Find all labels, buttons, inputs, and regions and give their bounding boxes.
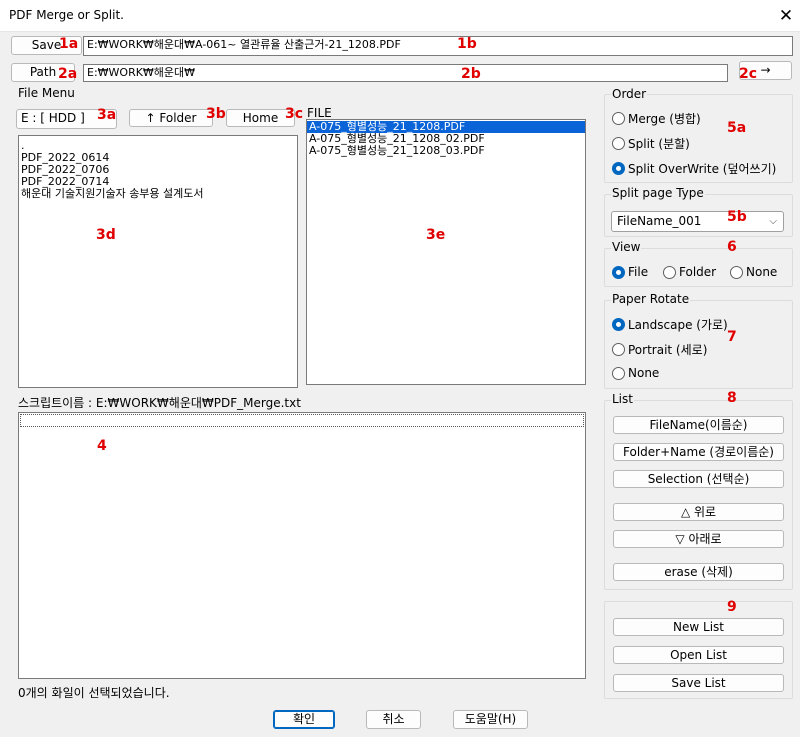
file-list[interactable]: A-075_형별성능_21_1208.PDF A-075_형별성능_21_120… [306,119,586,385]
rotate-option-label: Portrait (세로) [628,343,708,357]
sort-folder-name-button[interactable]: Folder+Name (경로이름순) [613,443,784,461]
file-header: FILE [307,106,332,120]
view-option-label: None [746,265,778,279]
marker-2c: 2c [739,66,758,82]
status-text: 0개의 화일이 선택되었습니다. [18,686,170,700]
marker-5b: 5b [727,209,747,225]
new-list-button[interactable]: New List [613,618,784,636]
marker-5a: 5a [727,120,747,136]
rotate-option-label: None [628,366,660,380]
marker-1b: 1b [457,36,477,52]
rotate-label: Paper Rotate [611,292,691,306]
radio-selected-icon [612,318,625,331]
marker-2b: 2b [461,66,481,82]
list-label: List [611,392,634,406]
marker-1a: 1a [59,36,79,52]
order-split-radio[interactable]: Split (분할) [612,135,690,152]
marker-3d: 3d [96,227,116,243]
radio-selected-icon [612,265,625,279]
marker-8: 8 [727,390,737,406]
move-up-button[interactable]: △ 위로 [613,503,784,521]
radio-icon [612,137,625,150]
order-label: Order [611,87,648,101]
view-folder-radio[interactable]: Folder [663,265,716,279]
order-split-overwrite-radio[interactable]: Split OverWrite (덮어쓰기) [612,160,776,177]
script-list-focus-row[interactable] [20,414,584,427]
save-list-button[interactable]: Save List [613,674,784,692]
split-type-label: Split page Type [611,186,705,200]
radio-icon [612,343,625,356]
window-title: PDF Merge or Split. [9,8,124,22]
open-list-button[interactable]: Open List [613,646,784,664]
folder-list[interactable]: . PDF_2022_0614 PDF_2022_0706 PDF_2022_0… [18,135,298,388]
file-item[interactable]: A-075_형별성능_21_1208_03.PDF [307,145,585,157]
view-none-radio[interactable]: None [730,265,777,279]
radio-icon [612,366,625,380]
cancel-button[interactable]: 취소 [366,710,421,729]
drive-label: E : [ HDD ] [21,111,85,125]
sort-selection-button[interactable]: Selection (선택순) [613,470,784,488]
script-name-label: 스크립트이름 : E:₩WORK₩해운대₩PDF_Merge.txt [18,396,301,410]
split-type-value: FileName_001 [617,214,702,228]
marker-3c: 3c [285,106,304,122]
move-down-button[interactable]: ▽ 아래로 [613,530,784,548]
marker-6: 6 [727,239,737,255]
close-icon[interactable]: ✕ [772,3,800,29]
rotate-option-label: Landscape (가로) [628,318,728,332]
ok-button[interactable]: 확인 [273,710,335,729]
erase-button[interactable]: erase (삭제) [613,563,784,581]
folder-item[interactable]: 해운대 기술지원기술자 송부용 설계도서 [19,188,297,200]
rotate-landscape-radio[interactable]: Landscape (가로) [612,316,728,333]
order-option-label: Split (분할) [628,137,690,151]
view-option-label: Folder [679,265,717,279]
sort-filename-button[interactable]: FileName(이름순) [613,416,784,434]
file-menu-label: File Menu [18,86,75,100]
marker-3b: 3b [206,106,226,122]
order-option-label: Split OverWrite (덮어쓰기) [628,162,777,176]
help-button[interactable]: 도움말(H) [453,710,528,729]
view-option-label: File [628,265,649,279]
split-type-select[interactable]: FileName_001 ⌵ [611,211,784,232]
radio-icon [663,265,676,279]
folder-up-button[interactable]: ↑ Folder [129,109,213,127]
marker-3e: 3e [426,227,446,243]
order-merge-radio[interactable]: Merge (병합) [612,110,701,127]
order-option-label: Merge (병합) [628,112,701,126]
marker-4: 4 [97,438,107,454]
path-field[interactable]: E:₩WORK₩해운대₩ [83,64,728,82]
view-label: View [611,240,642,254]
save-path-field[interactable]: E:₩WORK₩해운대₩A-061~ 열관류율 산출근거-21_1208.PDF [83,36,793,56]
rotate-none-radio[interactable]: None [612,366,659,380]
radio-selected-icon [612,162,625,175]
marker-9: 9 [727,599,737,615]
marker-2a: 2a [58,66,78,82]
radio-icon [730,265,743,279]
chevron-down-icon: ⌵ [769,216,777,227]
view-file-radio[interactable]: File [612,265,648,279]
marker-7: 7 [727,329,737,345]
marker-3a: 3a [97,107,117,123]
rotate-portrait-radio[interactable]: Portrait (세로) [612,341,707,358]
radio-icon [612,112,625,125]
